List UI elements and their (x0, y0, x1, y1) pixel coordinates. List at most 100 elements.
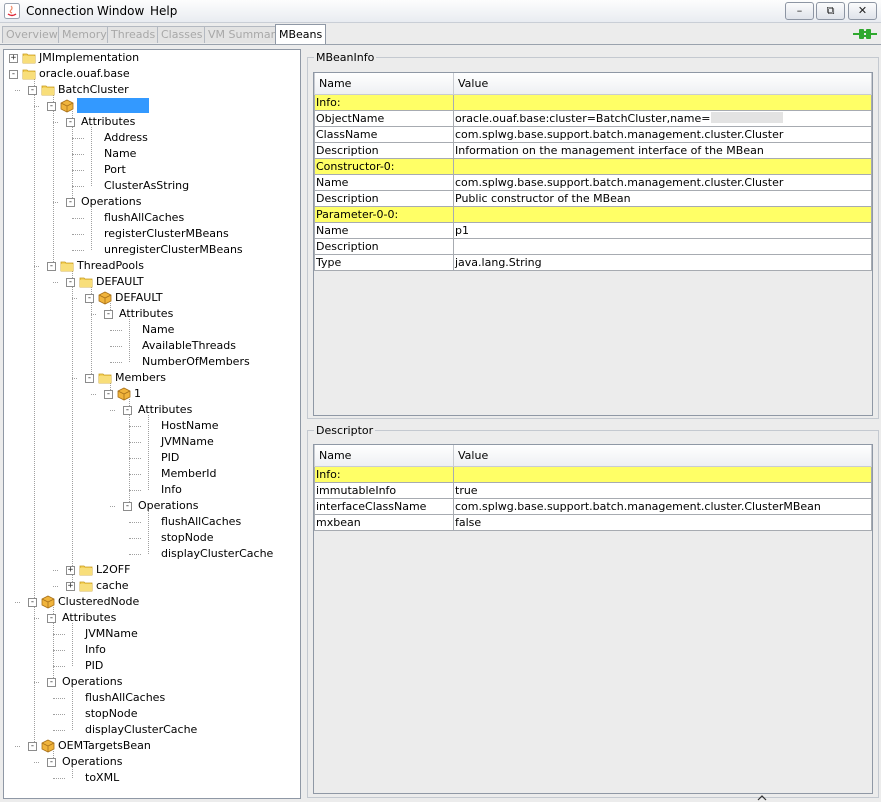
tree-node[interactable]: - Attributes (4, 610, 300, 626)
tree-node-label[interactable]: Name (142, 322, 174, 338)
tree-node[interactable]: - Operations (4, 754, 300, 770)
collapse-icon[interactable]: - (9, 70, 18, 79)
tree-node-label[interactable]: JVMName (161, 434, 214, 450)
table-row[interactable]: ClassName com.splwg.base.support.batch.ma… (314, 126, 872, 143)
cell-value[interactable] (453, 158, 872, 175)
tree-node-label[interactable]: JMImplementation (39, 50, 139, 66)
cell-name[interactable]: interfaceClassName (314, 498, 454, 515)
collapse-icon[interactable]: - (66, 278, 75, 287)
cell-value[interactable]: true (453, 482, 872, 499)
cell-name[interactable]: Info: (314, 94, 454, 111)
tree-node[interactable]: - oracle.ouaf.base (4, 66, 300, 82)
tree-node-label[interactable]: PID (161, 450, 179, 466)
table-row[interactable]: Name p1 (314, 222, 872, 239)
tree-node[interactable]: stopNode (4, 706, 300, 722)
collapse-icon[interactable]: - (66, 118, 75, 127)
tree-node-label[interactable]: HostName (161, 418, 219, 434)
tree-node[interactable]: - Operations (4, 674, 300, 690)
tree-node[interactable]: - BatchCluster (4, 82, 300, 98)
tree-node-label[interactable]: JVMName (85, 626, 138, 642)
tree-node[interactable]: registerClusterMBeans (4, 226, 300, 242)
tree-node-label[interactable]: 1 (134, 386, 141, 402)
tree-node-label[interactable]: Operations (81, 194, 141, 210)
column-header-value[interactable]: Value (453, 445, 872, 467)
collapse-icon[interactable]: - (28, 742, 37, 751)
cell-value[interactable]: oracle.ouaf.base:cluster=BatchCluster,na… (453, 110, 872, 127)
tree-node-label[interactable]: Attributes (138, 402, 192, 418)
collapse-icon[interactable]: - (47, 678, 56, 687)
tree-node[interactable]: - DEFAULT (4, 274, 300, 290)
tree-node[interactable]: - ThreadPools (4, 258, 300, 274)
minimize-button[interactable]: – (785, 2, 814, 20)
table-row[interactable]: ObjectName oracle.ouaf.base:cluster=Batch… (314, 110, 872, 127)
tree-node[interactable]: displayClusterCache (4, 722, 300, 738)
table-row[interactable]: Description (314, 238, 872, 255)
tree-node-label[interactable]: Address (104, 130, 148, 146)
table-row[interactable]: Description Public constructor of the MBe… (314, 190, 872, 207)
cell-name[interactable]: Description (314, 190, 454, 207)
cell-value[interactable]: java.lang.String (453, 254, 872, 271)
section-header-row[interactable]: Constructor-0: (314, 158, 872, 175)
expand-icon[interactable]: + (9, 54, 18, 63)
collapse-icon[interactable]: - (28, 86, 37, 95)
collapse-icon[interactable]: - (47, 758, 56, 767)
cell-value[interactable] (453, 466, 872, 483)
collapse-icon[interactable]: - (47, 102, 56, 111)
cell-value[interactable]: Public constructor of the MBean (453, 190, 872, 207)
tree-node[interactable]: PID (4, 450, 300, 466)
tree-node-label[interactable]: flushAllCaches (85, 690, 165, 706)
collapse-icon[interactable]: - (123, 406, 132, 415)
tab-classes[interactable]: Classes (157, 26, 207, 43)
tree-node[interactable]: - Members (4, 370, 300, 386)
cell-name[interactable]: ClassName (314, 126, 454, 143)
cell-value[interactable] (453, 238, 872, 255)
table-row[interactable]: Description Information on the management… (314, 142, 872, 159)
tree-node-label[interactable]: NumberOfMembers (142, 354, 250, 370)
section-header-row[interactable]: Info: (314, 94, 872, 111)
tree-node[interactable]: - OEMTargetsBean (4, 738, 300, 754)
cell-name[interactable]: ObjectName (314, 110, 454, 127)
table-row[interactable]: immutableInfo true (314, 482, 872, 499)
cell-value[interactable]: com.splwg.base.support.batch.management.… (453, 126, 872, 143)
table-row[interactable]: Name com.splwg.base.support.batch.managem… (314, 174, 872, 191)
tree-node[interactable]: + L2OFF (4, 562, 300, 578)
collapse-icon[interactable]: - (47, 262, 56, 271)
tree-node-label[interactable]: Attributes (81, 114, 135, 130)
tree-node-label[interactable]: Operations (62, 674, 122, 690)
menu-connection[interactable]: Connection (26, 3, 94, 19)
tree-node[interactable]: - Attributes (4, 306, 300, 322)
cell-name[interactable]: immutableInfo (314, 482, 454, 499)
tree-node[interactable]: AvailableThreads (4, 338, 300, 354)
tree-node-label[interactable]: DEFAULT (96, 274, 144, 290)
tree-node-label[interactable]: ClusteredNode (58, 594, 139, 610)
tab-memory[interactable]: Memory (58, 26, 111, 43)
tree-node[interactable]: flushAllCaches (4, 690, 300, 706)
cell-name[interactable]: Parameter-0-0: (314, 206, 454, 223)
tree-node-label[interactable] (77, 98, 149, 113)
section-header-row[interactable]: Info: (314, 466, 872, 483)
column-header-value[interactable]: Value (453, 73, 872, 95)
tree-node[interactable]: -1 (4, 386, 300, 402)
tab-threads[interactable]: Threads (107, 26, 160, 43)
tree-node[interactable]: stopNode (4, 530, 300, 546)
tree-node[interactable]: JVMName (4, 434, 300, 450)
collapse-icon[interactable]: - (85, 294, 94, 303)
tree-node[interactable]: PID (4, 658, 300, 674)
tree-node-label[interactable]: displayClusterCache (161, 546, 273, 562)
tree-node-label[interactable]: Operations (138, 498, 198, 514)
tree-node-label[interactable]: MemberId (161, 466, 216, 482)
cell-name[interactable]: Description (314, 238, 454, 255)
tree-node-label[interactable]: stopNode (85, 706, 137, 722)
tree-node[interactable]: Port (4, 162, 300, 178)
splitter-grip-icon[interactable] (757, 792, 767, 802)
tree-node[interactable]: - ClusteredNode (4, 594, 300, 610)
tree-node-label[interactable]: AvailableThreads (142, 338, 236, 354)
tree-node-label[interactable]: Info (85, 642, 106, 658)
tree-node[interactable]: Info (4, 642, 300, 658)
tab-vm-summary[interactable]: VM Summary (204, 26, 286, 43)
table-row[interactable]: Type java.lang.String (314, 254, 872, 271)
tree-node[interactable]: - Operations (4, 498, 300, 514)
tree-node-label[interactable]: PID (85, 658, 103, 674)
tree-node-label[interactable]: Members (115, 370, 166, 386)
tree-node[interactable]: unregisterClusterMBeans (4, 242, 300, 258)
